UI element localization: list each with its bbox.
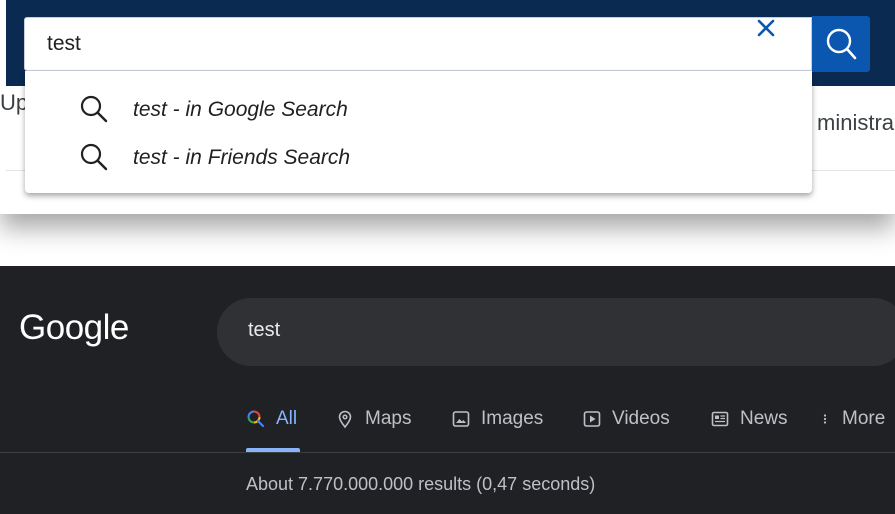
- tab-label: All: [276, 408, 298, 429]
- tab-label: Images: [481, 408, 544, 429]
- news-icon: [711, 411, 729, 427]
- site-search-query: test: [47, 32, 81, 55]
- tab-label: News: [740, 408, 788, 429]
- more-vertical-icon: [823, 414, 827, 424]
- suggestion-label: test - in Google Search: [133, 98, 348, 121]
- site-search-input[interactable]: test: [24, 17, 812, 71]
- google-logo[interactable]: Google: [19, 308, 129, 348]
- google-results-header: Google test All Maps Images Videos News …: [0, 266, 895, 514]
- site-search-submit-button[interactable]: [812, 16, 870, 72]
- nav-item-partial-right[interactable]: ministra: [817, 110, 894, 136]
- nav-item-partial-left[interactable]: Up: [0, 90, 28, 116]
- tab-label: Maps: [365, 408, 412, 429]
- search-icon: [247, 410, 265, 428]
- suggestion-item[interactable]: test - in Google Search: [25, 86, 812, 130]
- google-search-input[interactable]: test: [217, 298, 895, 366]
- site-search-panel: Up ministra test test - in Google Search: [0, 0, 895, 214]
- search-icon: [80, 95, 108, 123]
- tab-label: More: [842, 408, 886, 429]
- search-suggestions-dropdown: test - in Google Search test - in Friend…: [25, 71, 812, 193]
- tabs-divider: [0, 452, 895, 453]
- search-icon: [826, 28, 857, 60]
- image-icon: [452, 411, 470, 427]
- suggestion-item[interactable]: test - in Friends Search: [25, 134, 812, 178]
- video-icon: [583, 411, 601, 427]
- google-search-query: test: [248, 319, 281, 341]
- suggestion-label: test - in Friends Search: [133, 146, 351, 169]
- clear-icon[interactable]: [752, 14, 780, 42]
- result-stats: About 7.770.000.000 results (0,47 second…: [246, 474, 596, 494]
- map-pin-icon: [338, 410, 352, 429]
- search-icon: [80, 143, 108, 171]
- tab-label: Videos: [612, 408, 670, 429]
